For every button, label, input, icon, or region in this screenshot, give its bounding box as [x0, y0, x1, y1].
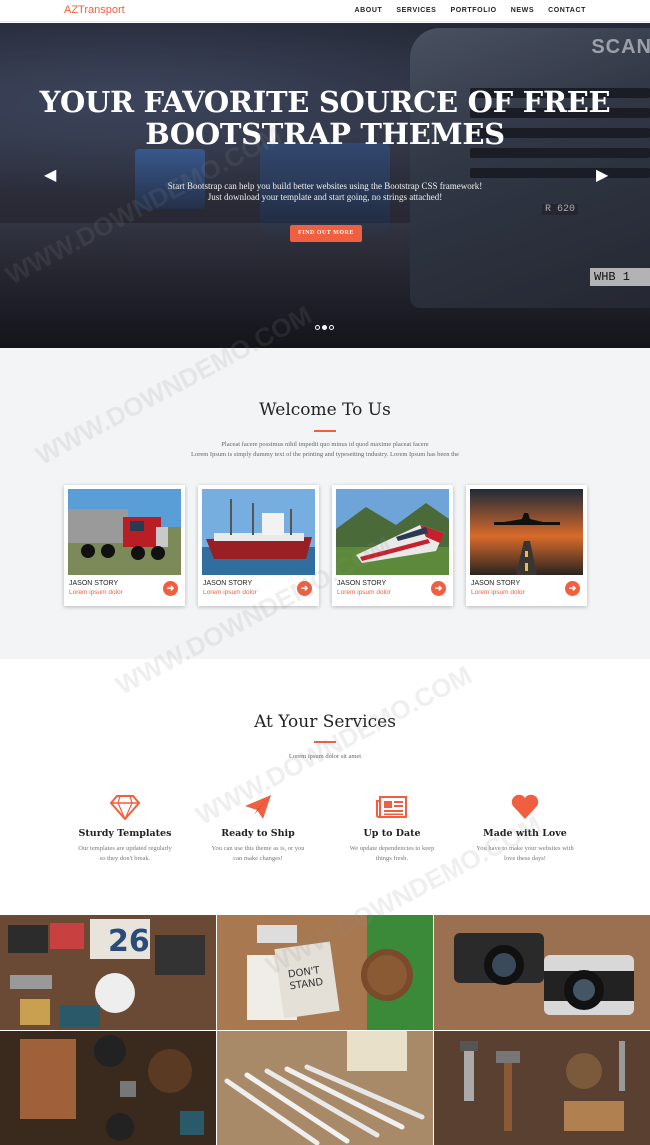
hero-title: YOUR FAVORITE SOURCE OF FREE BOOTSTRAP T…	[0, 86, 650, 150]
service-item: Sturdy Templates Our templates are updat…	[60, 792, 190, 863]
svg-text:26: 26	[108, 924, 150, 959]
service-desc-line2: can make changes!	[233, 854, 283, 862]
services-subtitle: Lorem ipsum dolor sit amet	[288, 753, 362, 760]
carousel-indicators	[315, 325, 334, 330]
service-desc-line1: We update dependencies to keep	[349, 845, 435, 852]
nav-item-portfolio[interactable]: PORTFOLIO	[450, 7, 496, 14]
newspaper-icon	[376, 796, 407, 818]
service-title: Up to Date	[363, 828, 421, 839]
welcome-title: Welcome To Us	[259, 400, 391, 420]
service-item: Up to Date We update dependencies to kee…	[327, 792, 457, 863]
card-title: JASON STORY	[337, 580, 387, 587]
service-description: We update dependencies to keep things fr…	[327, 844, 457, 863]
stationery-image: 26	[0, 915, 216, 1030]
hero-desc-line2: Just download your template and start go…	[207, 192, 443, 202]
service-desc-line2: so they don't break.	[99, 854, 151, 862]
story-card[interactable]: JASON STORY Lorem ipsum dolor ➜	[64, 485, 185, 606]
service-desc-line1: You have to make your websites with	[476, 845, 574, 852]
service-title: Sturdy Templates	[78, 828, 172, 839]
card-title: JASON STORY	[203, 580, 253, 587]
truck-image	[68, 489, 181, 575]
story-card[interactable]: JASON STORY Lorem ipsum dolor ➜	[198, 485, 319, 606]
leather-goods-image	[0, 1031, 216, 1145]
portfolio-grid: 26 DON'T STAND	[0, 915, 650, 1145]
cameras-image	[434, 915, 650, 1030]
nav-item-services[interactable]: SERVICES	[396, 7, 436, 14]
service-title: Ready to Ship	[221, 828, 295, 839]
hero-title-line2: BOOTSTRAP THEMES	[145, 117, 505, 151]
hero-description: Start Bootstrap can help you build bette…	[0, 181, 650, 203]
brand-logo[interactable]: AZTransport	[64, 4, 125, 16]
arrow-right-icon[interactable]: ➜	[297, 581, 312, 596]
ship-image	[202, 489, 315, 575]
card-title: JASON STORY	[69, 580, 119, 587]
card-subtitle: Lorem ipsum dolor	[337, 589, 391, 596]
portfolio-tile[interactable]	[434, 1031, 650, 1145]
tools-image	[434, 1031, 650, 1145]
business-cards-image: DON'T STAND	[217, 915, 433, 1030]
nav-item-contact[interactable]: CONTACT	[548, 7, 586, 14]
welcome-lead: Placeat facere possimus nihil impedit qu…	[0, 440, 650, 460]
portfolio-tile[interactable]	[217, 1031, 433, 1145]
find-out-more-button[interactable]: FIND OUT MORE	[290, 225, 362, 242]
portfolio-tile[interactable]	[0, 1031, 216, 1145]
portfolio-tile[interactable]: 26	[0, 915, 216, 1030]
arrow-right-icon[interactable]: ➜	[565, 581, 580, 596]
hero-carousel: SCAN R 620 WHB 1 YOUR FAVORITE SOURCE OF…	[0, 23, 650, 348]
service-desc-line1: You can use this theme as is, or you	[211, 845, 305, 852]
heart-icon	[511, 794, 539, 819]
welcome-lead-line2: Lorem Ipsum is simply dummy text of the …	[190, 451, 460, 458]
airplane-image	[470, 489, 583, 575]
carousel-dot[interactable]	[329, 325, 334, 330]
service-desc-line2: things fresh.	[375, 854, 409, 862]
arrow-right-icon[interactable]: ➜	[431, 581, 446, 596]
carousel-dot[interactable]	[315, 325, 320, 330]
services-title: At Your Services	[254, 712, 396, 732]
card-subtitle: Lorem ipsum dolor	[203, 589, 257, 596]
service-desc-line2: love these days!	[504, 854, 546, 862]
story-card[interactable]: JASON STORY Lorem ipsum dolor ➜	[332, 485, 453, 606]
welcome-lead-line1: Placeat facere possimus nihil impedit qu…	[221, 441, 429, 448]
hero-title-line1: YOUR FAVORITE SOURCE OF FREE	[39, 85, 611, 119]
service-item: Made with Love You have to make your web…	[460, 792, 590, 863]
diamond-icon	[110, 795, 140, 820]
nav-menu: ABOUT SERVICES PORTFOLIO NEWS CONTACT	[354, 7, 586, 14]
carousel-dot-active[interactable]	[322, 325, 327, 330]
service-description: You can use this theme as is, or you can…	[193, 844, 323, 863]
nav-item-about[interactable]: ABOUT	[354, 7, 382, 14]
card-subtitle: Lorem ipsum dolor	[471, 589, 525, 596]
card-subtitle: Lorem ipsum dolor	[69, 589, 123, 596]
hero-desc-line1: Start Bootstrap can help you build bette…	[167, 181, 483, 191]
arrow-right-icon[interactable]: ➜	[163, 581, 178, 596]
title-divider	[314, 741, 336, 743]
carousel-prev-icon[interactable]: ◀	[44, 165, 56, 185]
train-image	[336, 489, 449, 575]
portfolio-tile[interactable]: DON'T STAND	[217, 915, 433, 1030]
card-title: JASON STORY	[471, 580, 521, 587]
service-description: You have to make your websites with love…	[460, 844, 590, 863]
carousel-next-icon[interactable]: ▶	[596, 165, 608, 185]
pencils-image	[217, 1031, 433, 1145]
story-card[interactable]: JASON STORY Lorem ipsum dolor ➜	[466, 485, 587, 606]
welcome-section: Welcome To Us Placeat facere possimus ni…	[0, 348, 650, 659]
service-title: Made with Love	[483, 828, 567, 839]
service-desc-line1: Our templates are updated regularly	[78, 845, 172, 852]
service-item: Ready to Ship You can use this theme as …	[193, 792, 323, 863]
top-navbar: AZTransport ABOUT SERVICES PORTFOLIO NEW…	[0, 0, 650, 22]
services-section: At Your Services Lorem ipsum dolor sit a…	[0, 659, 650, 915]
service-description: Our templates are updated regularly so t…	[60, 844, 190, 863]
nav-item-news[interactable]: NEWS	[511, 7, 534, 14]
title-divider	[314, 430, 336, 432]
paper-plane-icon	[245, 795, 271, 819]
portfolio-tile[interactable]	[434, 915, 650, 1030]
